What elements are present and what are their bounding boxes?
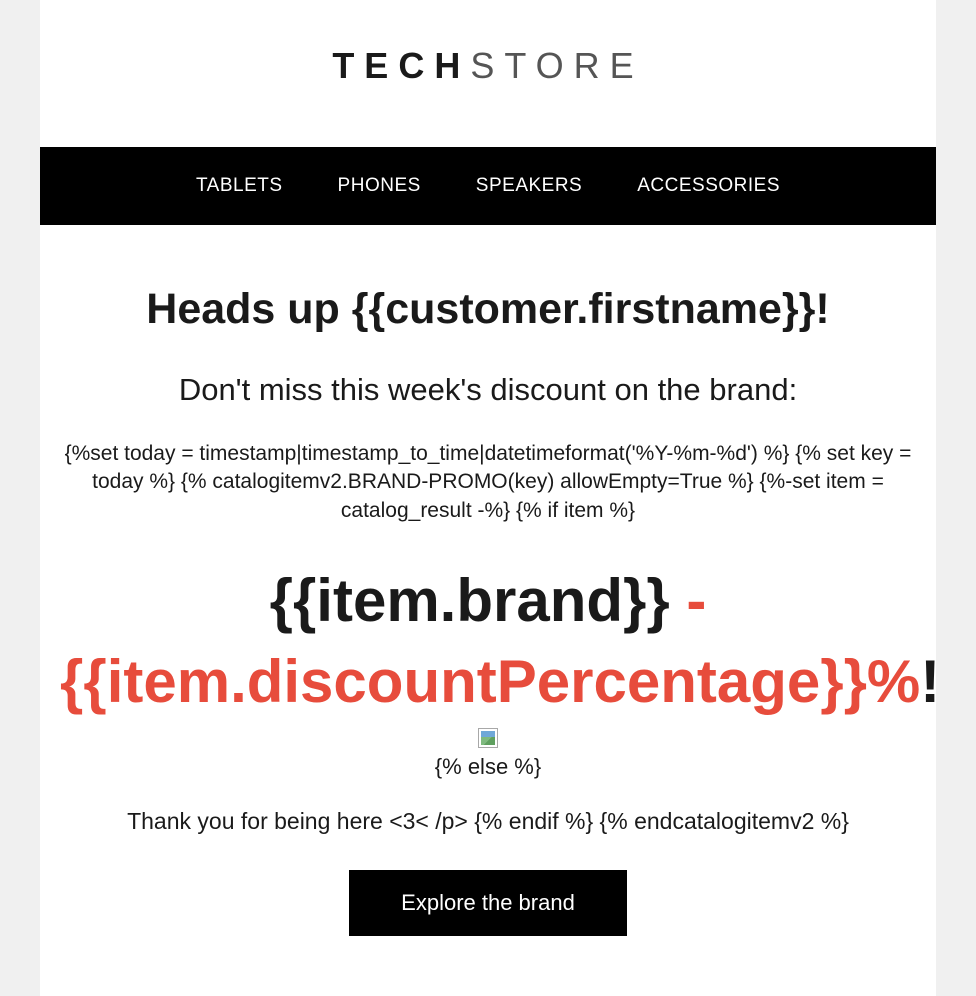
promo-discount: {{item.discountPercentage}}% [60, 648, 920, 715]
broken-image-icon [478, 728, 498, 748]
else-text: {% else %} [40, 754, 936, 780]
template-code-block: {%set today = timestamp|timestamp_to_tim… [40, 440, 936, 525]
content-section: Heads up {{customer.firstname}}! Don't m… [40, 225, 936, 996]
header-section: TECHSTORE [40, 0, 936, 147]
promo-dash: - [670, 567, 707, 634]
logo: TECHSTORE [40, 45, 936, 87]
promo-line: {{item.brand}} - {{item.discountPercenta… [40, 560, 936, 722]
nav-item-phones[interactable]: PHONES [338, 175, 421, 197]
discount-subheading: Don't miss this week's discount on the b… [40, 372, 936, 408]
promo-brand: {{item.brand}} [270, 567, 670, 634]
explore-brand-button[interactable]: Explore the brand [349, 870, 627, 936]
nav-item-accessories[interactable]: ACCESSORIES [637, 175, 780, 197]
nav-items: TABLETS PHONES SPEAKERS ACCESSORIES [40, 175, 936, 197]
nav-bar: TABLETS PHONES SPEAKERS ACCESSORIES [40, 147, 936, 225]
nav-item-speakers[interactable]: SPEAKERS [476, 175, 582, 197]
promo-exclaim: ! [920, 648, 940, 715]
nav-item-tablets[interactable]: TABLETS [196, 175, 283, 197]
greeting-heading: Heads up {{customer.firstname}}! [40, 285, 936, 334]
logo-bold: TECH [332, 45, 470, 86]
thank-text: Thank you for being here <3< /p> {% endi… [40, 808, 936, 835]
page-container: TECHSTORE TABLETS PHONES SPEAKERS ACCESS… [0, 0, 976, 996]
broken-image-wrapper [40, 722, 936, 754]
logo-light: STORE [470, 45, 643, 86]
